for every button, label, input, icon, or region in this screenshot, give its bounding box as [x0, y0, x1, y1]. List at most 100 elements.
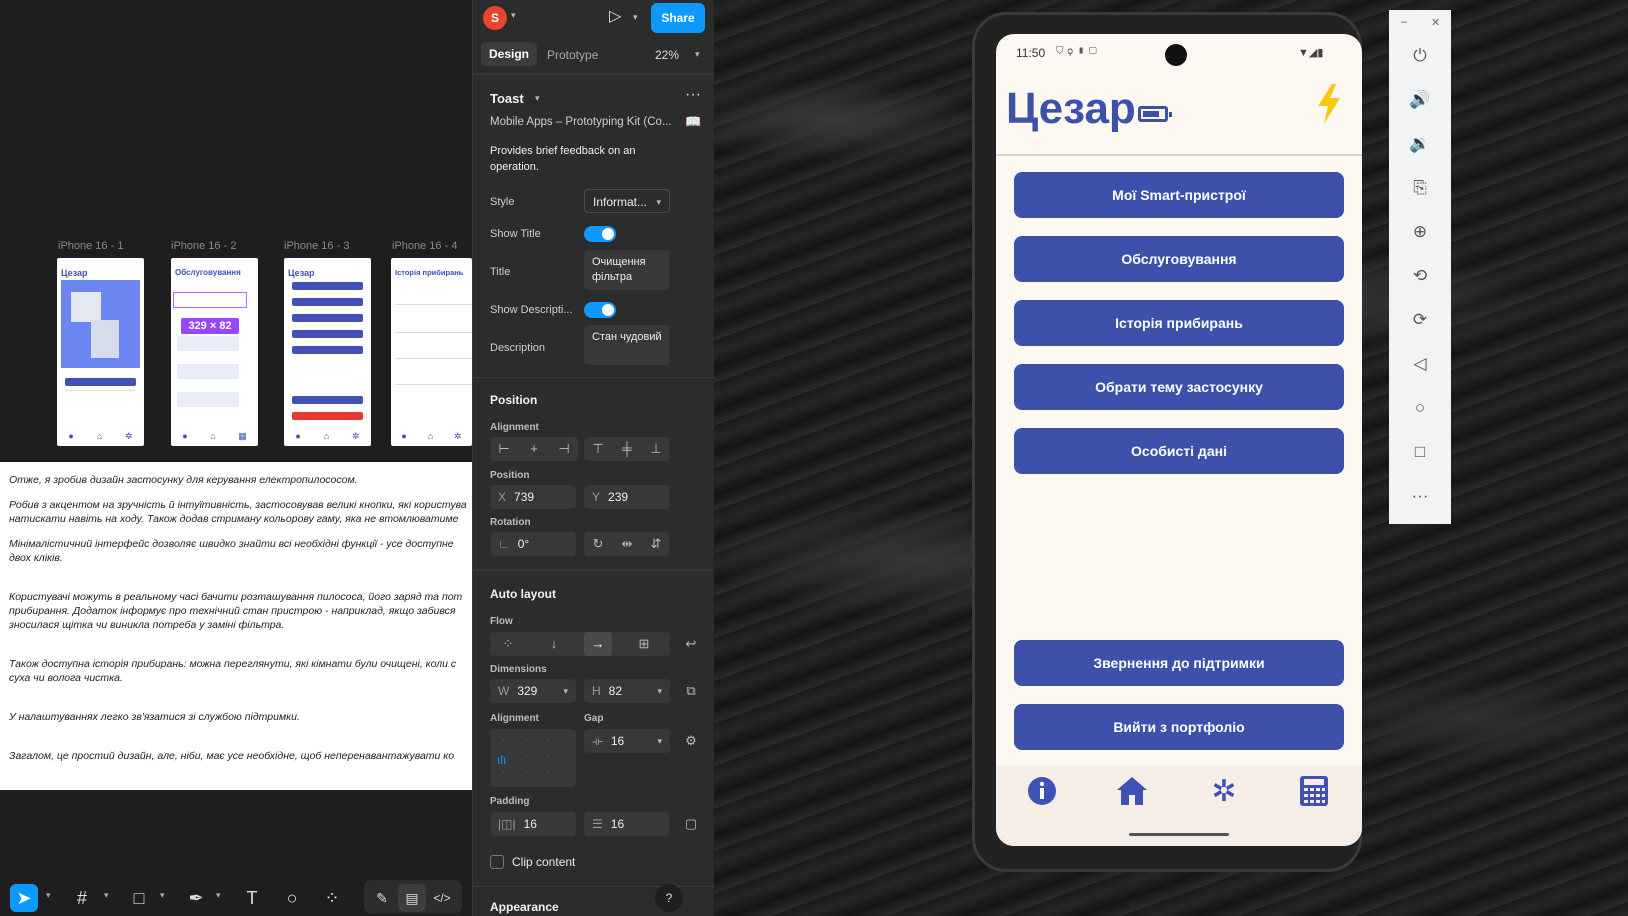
frame-label[interactable]: iPhone 16 - 1: [58, 240, 123, 252]
clip-content-label: Clip content: [512, 855, 576, 869]
calculator-icon[interactable]: [1298, 776, 1330, 808]
app-title: Цезар: [1006, 84, 1136, 133]
chevron-down-icon[interactable]: ▾: [216, 890, 221, 901]
avatar[interactable]: S: [483, 6, 507, 30]
width-field[interactable]: W 329 ▾: [490, 679, 576, 703]
frame-iphone-4[interactable]: Історія прибирань ● ⌂ ✲: [391, 258, 472, 446]
rotate-left-icon[interactable]: ⟲: [1389, 266, 1451, 286]
align-bottom-icon[interactable]: ⊥: [642, 437, 670, 461]
flow-freeform-icon[interactable]: ⁘: [494, 632, 522, 656]
align-center-h-icon[interactable]: +: [520, 437, 548, 461]
frame-label[interactable]: iPhone 16 - 4: [392, 240, 457, 252]
y-field[interactable]: Y 239: [584, 485, 670, 509]
gesture-bar[interactable]: [1129, 833, 1229, 836]
show-description-toggle[interactable]: [584, 302, 616, 318]
chevron-down-icon[interactable]: ▾: [46, 890, 51, 901]
home-icon[interactable]: ○: [1389, 398, 1451, 418]
flip-vertical-icon[interactable]: ⇵: [642, 532, 670, 556]
show-title-toggle[interactable]: [584, 226, 616, 242]
padding-vertical-field[interactable]: ☰ 16: [584, 812, 670, 836]
draw-mode-icon[interactable]: ✎: [368, 884, 396, 912]
chevron-down-icon[interactable]: ▾: [160, 890, 165, 901]
dev-mode-icon[interactable]: </>: [428, 884, 456, 912]
rotation-field[interactable]: ∟ 0°: [490, 532, 576, 556]
chevron-down-icon[interactable]: ▾: [633, 12, 638, 23]
design-mode-icon[interactable]: ▤: [398, 884, 426, 912]
info-icon[interactable]: [1026, 776, 1058, 808]
rectangle-tool-icon[interactable]: □: [125, 884, 153, 912]
settings-icon[interactable]: ✲: [1208, 776, 1240, 808]
chevron-down-icon[interactable]: ▾: [535, 93, 540, 104]
chevron-down-icon[interactable]: ▾: [511, 10, 516, 21]
pen-tool-icon[interactable]: ✒: [182, 884, 210, 912]
w-prefix: W: [498, 684, 510, 698]
overview-icon[interactable]: □: [1389, 442, 1451, 462]
zoom-level[interactable]: 22%: [655, 48, 679, 62]
clip-content-checkbox[interactable]: [490, 855, 504, 869]
bolt-icon[interactable]: [1314, 84, 1344, 124]
back-icon[interactable]: ◁: [1389, 354, 1451, 374]
flow-vertical-icon[interactable]: ↓: [540, 632, 568, 656]
flip-horizontal-icon[interactable]: ⇹: [613, 532, 641, 556]
height-field[interactable]: H 82 ▾: [584, 679, 670, 703]
style-select[interactable]: Informat... ▾: [584, 189, 670, 213]
move-tool-icon[interactable]: ➤: [10, 884, 38, 912]
frame-iphone-1[interactable]: Цезар ● ⌂ ✲: [57, 258, 144, 446]
resize-icon[interactable]: ⧉: [677, 679, 705, 703]
more-icon[interactable]: ···: [1389, 486, 1451, 506]
frame-tool-icon[interactable]: #: [68, 884, 96, 912]
help-button[interactable]: ?: [655, 884, 683, 912]
status-notification-icons: ⛉⚲▮▢: [1056, 46, 1101, 57]
library-name[interactable]: Mobile Apps – Prototyping Kit (Co...: [490, 116, 672, 128]
cleaning-history-button[interactable]: Історія прибирань: [1014, 300, 1344, 346]
personal-data-button[interactable]: Особисті дані: [1014, 428, 1344, 474]
share-button[interactable]: Share: [651, 3, 705, 33]
zoom-in-icon[interactable]: ⊕: [1389, 222, 1451, 242]
camera-icon[interactable]: ⎘: [1389, 178, 1451, 198]
support-button[interactable]: Звернення до підтримки: [1014, 640, 1344, 686]
logout-button[interactable]: Вийти з портфоліо: [1014, 704, 1344, 750]
frame-label[interactable]: iPhone 16 - 2: [171, 240, 236, 252]
play-icon[interactable]: ▷: [609, 6, 621, 26]
flow-grid-icon[interactable]: ⊞: [630, 632, 658, 656]
book-icon[interactable]: 📖: [685, 114, 701, 130]
description-field[interactable]: Стан чудовий: [584, 325, 670, 365]
align-top-icon[interactable]: ⊤: [584, 437, 612, 461]
more-icon[interactable]: ···: [685, 86, 701, 104]
text-block[interactable]: Отже, я зробив дизайн застосунку для кер…: [0, 462, 472, 790]
home-icon[interactable]: [1116, 776, 1148, 808]
frame-iphone-2[interactable]: Обслуговування ● ⌂ ▦: [171, 258, 258, 446]
volume-up-icon[interactable]: 🔊: [1389, 90, 1451, 110]
rotate-90-icon[interactable]: ↻: [584, 532, 612, 556]
frame-label[interactable]: iPhone 16 - 3: [284, 240, 349, 252]
theme-button[interactable]: Обрати тему застосунку: [1014, 364, 1344, 410]
maintenance-button[interactable]: Обслуговування: [1014, 236, 1344, 282]
align-right-icon[interactable]: ⊣: [550, 437, 578, 461]
frame-iphone-3[interactable]: Цезар ● ⌂ ✲: [284, 258, 371, 446]
close-icon[interactable]: ✕: [1431, 16, 1440, 29]
align-left-icon[interactable]: ⊢: [490, 437, 518, 461]
tab-prototype[interactable]: Prototype: [547, 48, 598, 62]
tab-design[interactable]: Design: [481, 42, 537, 66]
component-name[interactable]: Toast: [490, 91, 524, 106]
individual-padding-icon[interactable]: ▢: [677, 812, 705, 836]
chevron-down-icon[interactable]: ▾: [695, 49, 700, 60]
gap-field[interactable]: ⟛ 16 ▾: [584, 729, 670, 753]
align-middle-icon[interactable]: ╪: [613, 437, 641, 461]
rotate-right-icon[interactable]: ⟳: [1389, 310, 1451, 330]
minimize-icon[interactable]: –: [1401, 16, 1407, 28]
power-icon[interactable]: ⏻: [1389, 46, 1451, 66]
flow-horizontal-icon[interactable]: →: [584, 632, 612, 656]
advanced-settings-icon[interactable]: ⚙: [677, 729, 705, 753]
title-field[interactable]: Очищення фільтра: [584, 250, 670, 290]
padding-horizontal-field[interactable]: |◫| 16: [490, 812, 576, 836]
wrap-icon[interactable]: ↩: [677, 632, 705, 656]
smart-devices-button[interactable]: Мої Smart-пристрої: [1014, 172, 1344, 218]
text-tool-icon[interactable]: T: [238, 884, 266, 912]
comment-tool-icon[interactable]: ○: [278, 884, 306, 912]
x-field[interactable]: X 739: [490, 485, 576, 509]
volume-down-icon[interactable]: 🔉: [1389, 134, 1451, 154]
figma-canvas[interactable]: iPhone 16 - 1 Цезар ● ⌂ ✲ iPhone 16 - 2 Об…: [0, 0, 472, 916]
chevron-down-icon[interactable]: ▾: [104, 890, 109, 901]
components-tool-icon[interactable]: ⁘: [318, 884, 346, 912]
